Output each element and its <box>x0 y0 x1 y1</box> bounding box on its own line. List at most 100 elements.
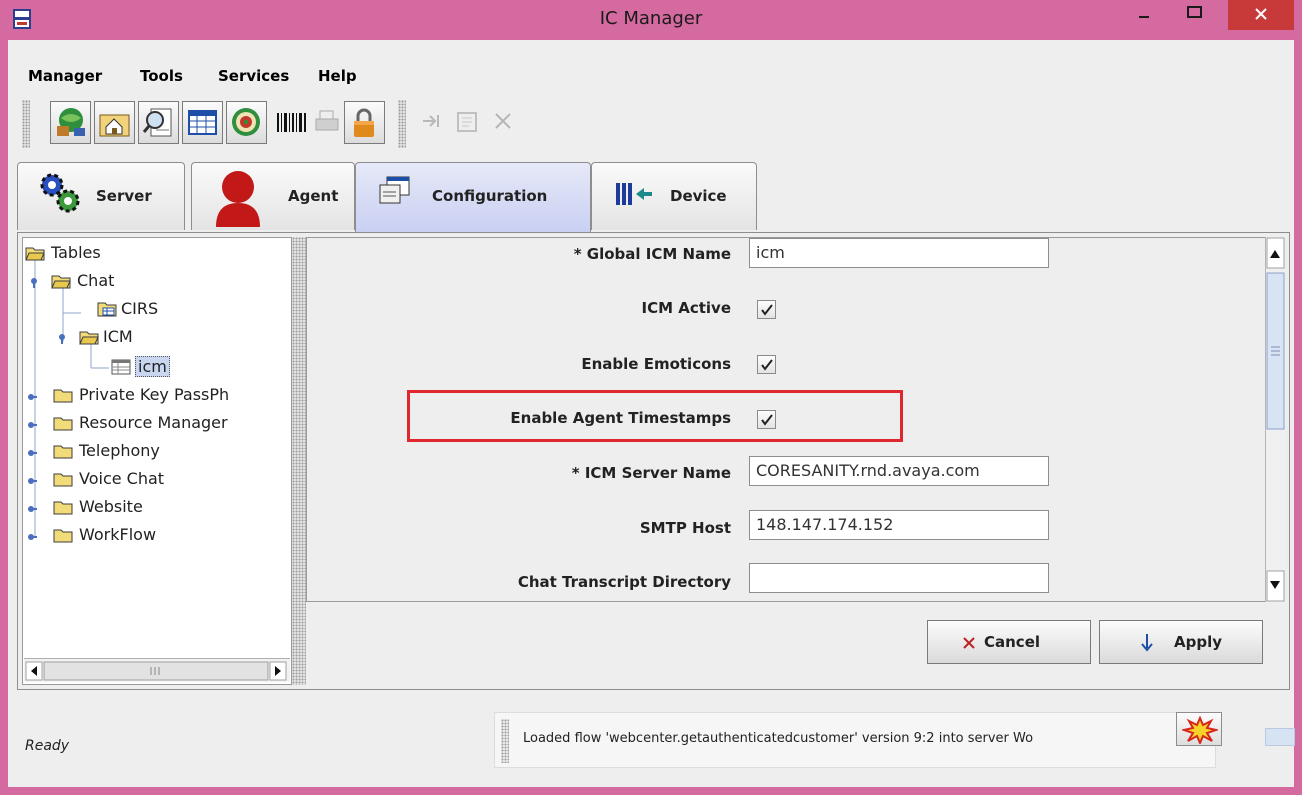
menu-help[interactable]: Help <box>318 67 357 85</box>
expanded-icon <box>31 278 37 288</box>
chat-transcript-directory-label: Chat Transcript Directory <box>517 573 731 591</box>
toolbar-grip-2[interactable] <box>398 100 406 148</box>
home-folder-button[interactable] <box>94 101 135 144</box>
global-icm-name-label: * Global ICM Name <box>573 245 731 263</box>
import-button[interactable] <box>412 101 453 144</box>
tables-tree[interactable]: Tables Chat CIRS ICM icm Private Key Pas… <box>22 237 292 685</box>
tree-label: CIRS <box>121 299 159 318</box>
print-icon <box>315 110 339 131</box>
dartboard-icon <box>232 108 260 136</box>
open-folder-icon <box>25 247 45 261</box>
menu-bar: Manager Tools Services Help <box>8 62 1294 96</box>
lock-icon <box>354 108 374 137</box>
menu-manager[interactable]: Manager <box>28 67 102 85</box>
search-document-button[interactable] <box>138 101 179 144</box>
tab-agent[interactable]: Agent <box>191 162 355 230</box>
tab-device-label: Device <box>670 187 727 205</box>
tree-label: Private Key PassPh <box>79 385 230 404</box>
cancel-button[interactable]: Cancel <box>927 620 1091 664</box>
checkmark-icon <box>761 304 773 316</box>
smtp-host-label: SMTP Host <box>639 519 731 537</box>
tab-agent-label: Agent <box>288 187 339 205</box>
scrollbar-graphic <box>1266 237 1285 602</box>
folder-icon <box>53 417 73 431</box>
barcode-button[interactable] <box>272 101 313 144</box>
status-indicator <box>1265 728 1295 746</box>
folder-icon <box>53 445 73 459</box>
collapsed-icon <box>28 422 37 428</box>
cancel-x-icon <box>963 637 975 649</box>
smtp-host-field[interactable]: 148.147.174.152 <box>749 510 1049 540</box>
icm-active-checkbox[interactable] <box>757 300 776 319</box>
tree-label: ICM <box>103 327 133 346</box>
form-vertical-scrollbar[interactable] <box>1265 237 1285 602</box>
close-button[interactable] <box>484 101 525 144</box>
toolbar-grip[interactable] <box>22 100 30 148</box>
apply-button-label: Apply <box>1174 633 1223 651</box>
dartboard-button[interactable] <box>226 101 267 144</box>
title-bar: IC Manager <box>0 0 1302 40</box>
globe-server-button[interactable] <box>50 101 91 144</box>
menu-services[interactable]: Services <box>218 67 289 85</box>
icm-server-name-field[interactable]: CORESANITY.rnd.avaya.com <box>749 456 1049 486</box>
table-file-icon <box>97 302 117 317</box>
collapsed-icon <box>28 506 37 512</box>
collapsed-icon <box>28 394 37 400</box>
explosion-icon <box>1182 716 1218 744</box>
configuration-icon <box>379 176 410 204</box>
collapsed-icon <box>28 478 37 484</box>
tree-label: Resource Manager <box>79 413 228 432</box>
print-button[interactable] <box>308 101 349 144</box>
global-icm-name-field[interactable]: icm <box>749 238 1049 268</box>
collapsed-icon <box>28 450 37 456</box>
menu-tools[interactable]: Tools <box>140 67 183 85</box>
tree-label: Chat <box>77 271 115 290</box>
minimize-button[interactable] <box>1129 0 1159 30</box>
icm-server-name-label: * ICM Server Name <box>571 464 731 482</box>
apply-button[interactable]: Apply <box>1099 620 1263 664</box>
folder-icon <box>53 473 73 487</box>
collapsed-icon <box>28 534 37 540</box>
tab-server[interactable]: Server <box>17 162 185 230</box>
tab-configuration[interactable]: Configuration <box>355 162 591 232</box>
barcode-icon <box>277 113 306 132</box>
table-icon <box>188 110 217 135</box>
table-button[interactable] <box>182 101 223 144</box>
enable-emoticons-label: Enable Emoticons <box>581 355 731 373</box>
scrollbar-graphic <box>25 661 287 681</box>
tree-label-selected: icm <box>135 356 170 377</box>
globe-server-icon <box>57 108 85 136</box>
expanded-icon <box>59 334 65 344</box>
close-icon <box>495 113 511 129</box>
edit-icon <box>457 112 477 132</box>
import-icon <box>423 115 439 127</box>
edit-button[interactable] <box>448 101 489 144</box>
chat-transcript-directory-field[interactable] <box>749 563 1049 593</box>
tree-label: WorkFlow <box>79 525 157 544</box>
status-text: Ready <box>25 738 70 754</box>
tree-label: Telephony <box>79 441 160 460</box>
search-document-icon <box>142 108 172 137</box>
status-message-panel: Loaded flow 'webcenter.getauthenticatedc… <box>494 712 1216 768</box>
folder-icon <box>53 529 73 543</box>
open-folder-icon <box>79 331 99 345</box>
apply-arrow-icon <box>1141 634 1153 652</box>
tab-bar: Server Agent Configuration Device <box>17 162 1287 232</box>
status-grip <box>501 719 509 763</box>
lock-button[interactable] <box>344 101 385 144</box>
enable-emoticons-checkbox[interactable] <box>757 355 776 374</box>
tab-server-label: Server <box>96 187 152 205</box>
folder-icon <box>53 389 73 403</box>
tree-horizontal-scrollbar[interactable] <box>24 658 290 682</box>
window-title: IC Manager <box>599 8 703 29</box>
tree-label: Website <box>79 497 143 516</box>
folder-icon <box>53 501 73 515</box>
tree-label: Tables <box>51 243 101 262</box>
alert-button[interactable] <box>1176 712 1222 746</box>
close-window-button[interactable] <box>1228 0 1294 30</box>
icm-active-label: ICM Active <box>641 299 731 317</box>
tab-device[interactable]: Device <box>591 162 757 230</box>
maximize-button[interactable] <box>1177 0 1211 30</box>
pane-splitter[interactable] <box>292 237 306 685</box>
table-icon <box>111 359 131 375</box>
